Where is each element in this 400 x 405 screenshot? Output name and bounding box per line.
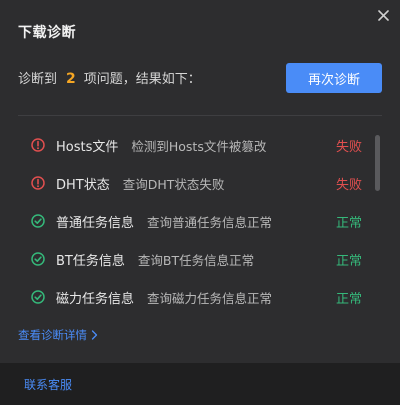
item-description: 查询DHT状态失败 xyxy=(122,176,225,192)
item-name: 磁力任务信息 xyxy=(56,291,135,307)
close-icon xyxy=(377,9,389,21)
item-name: 普通任务信息 xyxy=(56,215,135,231)
status-badge: 正常 xyxy=(335,291,362,307)
close-button[interactable] xyxy=(374,6,392,24)
item-description: 检测到Hosts文件被篡改 xyxy=(131,138,267,154)
diagnosis-list[interactable]: Hosts文件 检测到Hosts文件被篡改 失败 DHT状态 查询DHT状态失败… xyxy=(18,126,366,316)
issue-count: 2 xyxy=(66,71,76,87)
summary-suffix: 项问题，结果如下： xyxy=(83,72,201,87)
dialog-footer: 联系客服 xyxy=(0,363,400,405)
list-item: Hosts文件 检测到Hosts文件被篡改 失败 xyxy=(18,126,366,164)
chevron-right-icon xyxy=(91,330,98,340)
error-icon xyxy=(31,138,45,152)
download-diagnosis-dialog: 下载诊断 诊断到 2 项问题，结果如下： 再次诊断 Hosts文件 检测到Hos… xyxy=(0,0,400,405)
status-badge: 正常 xyxy=(335,215,362,231)
dialog-title: 下载诊断 xyxy=(18,25,76,41)
list-item: 磁力任务信息 查询磁力任务信息正常 正常 xyxy=(18,278,366,316)
status-badge: 失败 xyxy=(335,139,362,155)
item-description: 查询磁力任务信息正常 xyxy=(147,290,273,306)
retry-diagnosis-button[interactable]: 再次诊断 xyxy=(286,63,382,93)
item-name: BT任务信息 xyxy=(56,253,125,269)
view-details-label: 查看诊断详情 xyxy=(18,328,87,342)
check-icon xyxy=(31,252,45,266)
summary-prefix: 诊断到 xyxy=(18,72,58,87)
item-name: Hosts文件 xyxy=(56,139,119,155)
check-icon xyxy=(31,214,45,228)
list-item: 普通任务信息 查询普通任务信息正常 正常 xyxy=(18,202,366,240)
divider xyxy=(18,115,382,116)
error-icon xyxy=(31,176,45,190)
item-name: DHT状态 xyxy=(56,177,110,193)
item-description: 查询普通任务信息正常 xyxy=(147,214,273,230)
list-scrollbar[interactable] xyxy=(375,135,380,191)
view-details-link[interactable]: 查看诊断详情 xyxy=(18,327,98,343)
contact-support-link[interactable]: 联系客服 xyxy=(24,376,72,393)
check-icon xyxy=(31,290,45,304)
item-description: 查询BT任务信息正常 xyxy=(137,252,255,268)
list-item: BT任务信息 查询BT任务信息正常 正常 xyxy=(18,240,366,278)
status-badge: 失败 xyxy=(335,177,362,193)
diagnosis-summary: 诊断到 2 项问题，结果如下： xyxy=(18,68,201,87)
list-item: DHT状态 查询DHT状态失败 失败 xyxy=(18,164,366,202)
status-badge: 正常 xyxy=(335,253,362,269)
